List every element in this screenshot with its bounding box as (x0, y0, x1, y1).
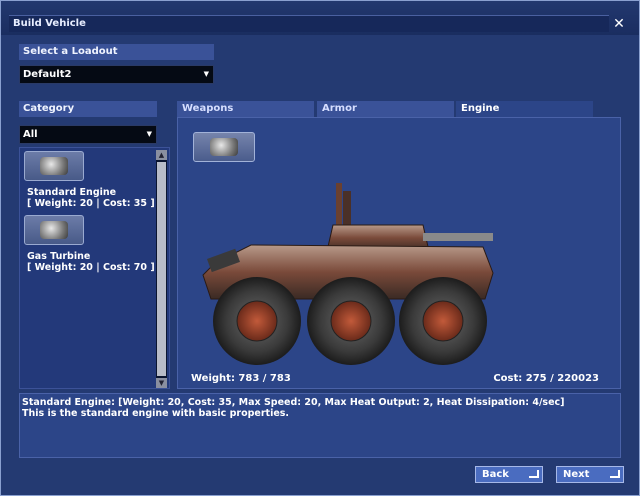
description-panel: Standard Engine: [Weight: 20, Cost: 35, … (19, 393, 621, 458)
item-stats: [ Weight: 20 | Cost: 35 ] (27, 198, 155, 209)
corner-arrow-icon (610, 470, 620, 478)
loadout-selected: Default2 (23, 69, 72, 80)
category-selected: All (23, 129, 38, 140)
corner-arrow-icon (529, 470, 539, 478)
engine-slot[interactable] (193, 132, 255, 162)
build-vehicle-window: Build Vehicle ✕ Select a Loadout Default… (0, 0, 640, 496)
close-button[interactable]: ✕ (608, 15, 630, 32)
tab-armor[interactable]: Armor (317, 101, 454, 117)
category-dropdown[interactable]: All ▼ (19, 125, 157, 144)
tab-engine[interactable]: Engine (456, 101, 593, 117)
back-label: Back (482, 469, 509, 480)
next-label: Next (563, 469, 590, 480)
description-line-2: This is the standard engine with basic p… (22, 408, 290, 419)
vehicle-preview: Weight: 783 / 783 Cost: 275 / 220023 (177, 117, 621, 389)
window-title: Build Vehicle (13, 18, 86, 29)
weight-readout: Weight: 783 / 783 (191, 373, 291, 384)
item-name: Standard Engine (27, 187, 117, 198)
back-button[interactable]: Back (475, 466, 543, 483)
chevron-down-icon: ▼ (203, 70, 209, 78)
engine-icon (24, 151, 84, 181)
category-label: Category (19, 101, 157, 117)
engine-icon (210, 138, 238, 156)
close-icon: ✕ (613, 15, 625, 32)
list-scrollbar[interactable]: ▲ ▼ (156, 150, 167, 388)
scroll-thumb[interactable] (157, 162, 166, 376)
engine-icon (24, 215, 84, 245)
loadout-dropdown[interactable]: Default2 ▼ (19, 65, 214, 84)
title-strip (9, 15, 609, 32)
list-item-gas-turbine[interactable]: Gas Turbine [ Weight: 20 | Cost: 70 ] (24, 215, 155, 273)
loadout-label: Select a Loadout (19, 44, 214, 60)
item-stats: [ Weight: 20 | Cost: 70 ] (27, 262, 155, 273)
list-item-standard-engine[interactable]: Standard Engine [ Weight: 20 | Cost: 35 … (24, 151, 155, 209)
next-button[interactable]: Next (556, 466, 624, 483)
chevron-down-icon: ▼ (146, 130, 152, 138)
scroll-up-icon[interactable]: ▲ (156, 150, 167, 160)
item-name: Gas Turbine (27, 251, 91, 262)
scroll-down-icon[interactable]: ▼ (156, 378, 167, 388)
tab-weapons[interactable]: Weapons (177, 101, 314, 117)
vehicle-image (202, 183, 494, 365)
cost-readout: Cost: 275 / 220023 (493, 373, 599, 384)
description-line-1: Standard Engine: [Weight: 20, Cost: 35, … (22, 397, 565, 408)
